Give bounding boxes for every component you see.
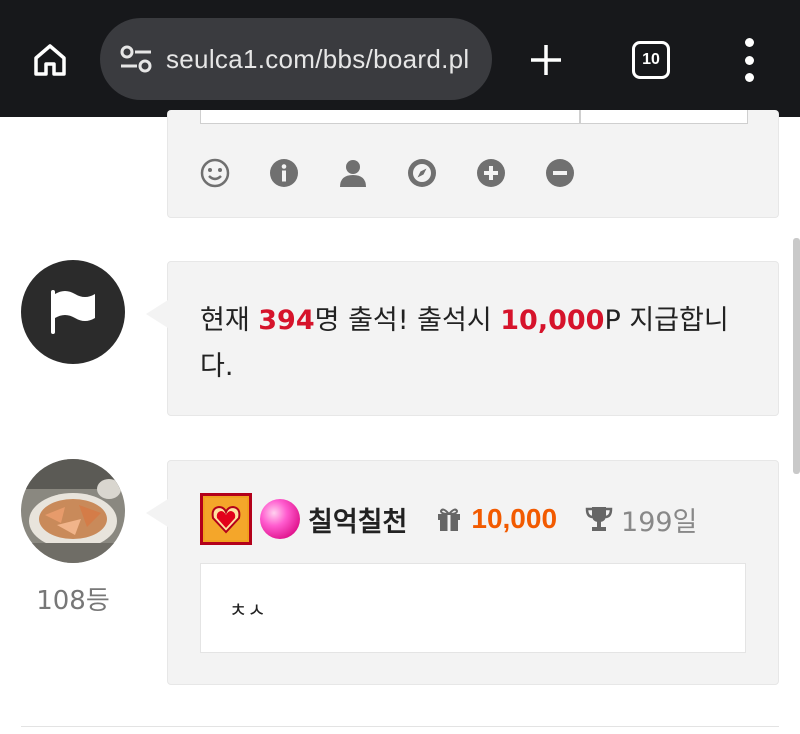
- flag-avatar: [21, 260, 125, 364]
- smile-icon[interactable]: [200, 158, 230, 188]
- new-tab-button[interactable]: [522, 36, 570, 84]
- tab-count: 10: [642, 51, 660, 68]
- comment-text: ㅊㅅ: [200, 563, 746, 653]
- info-icon[interactable]: [269, 158, 299, 188]
- comment-item: 칠억칠천 10,000 199일 ㅊㅅ: [146, 460, 779, 685]
- flag-icon: [51, 290, 95, 334]
- trophy-icon: [585, 505, 613, 533]
- more-menu-button[interactable]: [734, 38, 764, 82]
- more-vert-icon: [744, 38, 754, 47]
- url-text[interactable]: seulca1.com/bbs/board.pl: [166, 44, 469, 75]
- editor-input-secondary[interactable]: [580, 110, 748, 124]
- attendance-message: 현재 394명 출석! 출석시 10,000P 지급합니다.: [146, 261, 779, 416]
- home-button[interactable]: [26, 36, 74, 84]
- compass-icon[interactable]: [407, 158, 437, 188]
- plus-icon: [531, 45, 561, 75]
- emoticon-toolbar: [200, 158, 614, 188]
- address-bar[interactable]: seulca1.com/bbs/board.pl: [100, 18, 492, 100]
- attendance-count: 394: [258, 305, 315, 336]
- comment-editor-tools: [167, 110, 779, 218]
- gem-icon: [260, 499, 300, 539]
- attendance-text: 현재 394명 출석! 출석시 10,000P 지급합니다.: [200, 305, 729, 382]
- tune-icon: [120, 45, 152, 73]
- gift-icon: [435, 505, 463, 533]
- comment-author-line: 칠억칠천 10,000 199일: [200, 493, 697, 545]
- scrollbar-thumb[interactable]: [793, 238, 800, 474]
- rank-label: 108등: [36, 586, 110, 616]
- site-info-button[interactable]: [116, 39, 156, 79]
- user-icon[interactable]: [338, 158, 368, 188]
- nickname[interactable]: 칠억칠천: [308, 500, 407, 539]
- editor-input[interactable]: [200, 110, 580, 124]
- browser-toolbar: seulca1.com/bbs/board.pl 10: [0, 0, 800, 117]
- attendance-days: 199일: [621, 506, 698, 538]
- minus-circle-icon[interactable]: [545, 158, 575, 188]
- divider: [21, 726, 779, 727]
- avatar-photo: [21, 459, 125, 563]
- user-points: 10,000: [471, 503, 558, 534]
- tab-switcher-button[interactable]: 10: [632, 41, 670, 79]
- home-icon: [34, 44, 66, 76]
- attendance-points: 10,000: [500, 305, 605, 336]
- plus-circle-icon[interactable]: [476, 158, 506, 188]
- avatar[interactable]: [21, 459, 125, 563]
- level-badge-icon: [200, 493, 252, 545]
